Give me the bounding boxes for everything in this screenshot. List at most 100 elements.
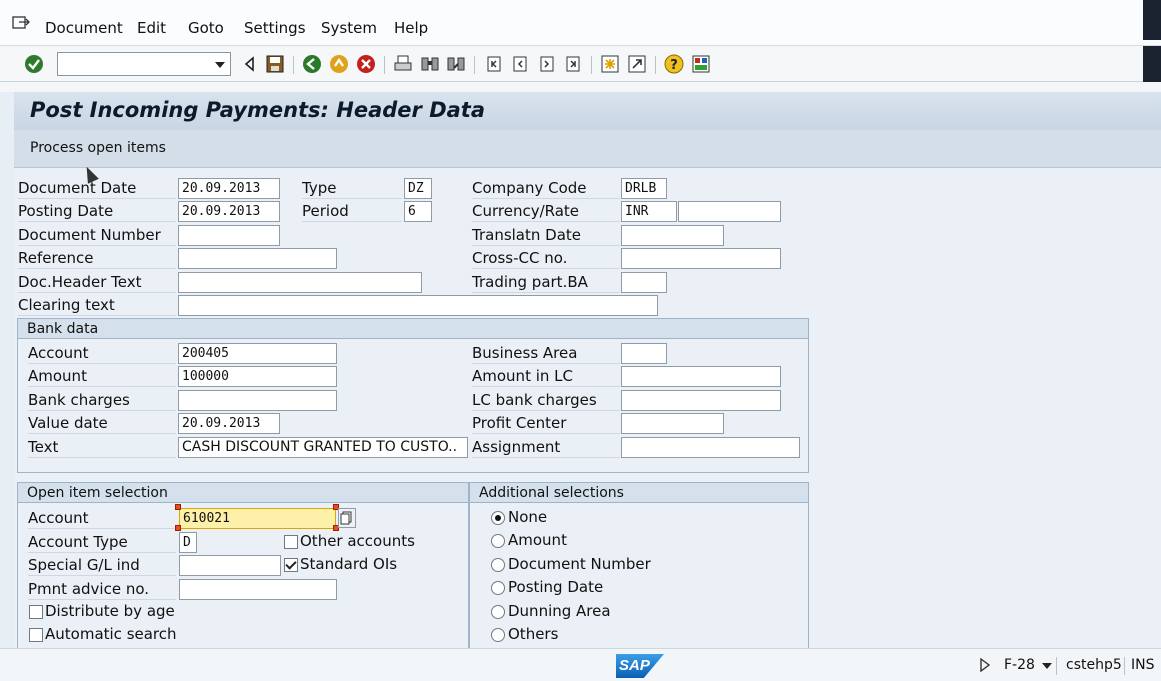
document-number-field[interactable] — [178, 225, 280, 246]
text-field[interactable]: CASH DISCOUNT GRANTED TO CUSTO.. — [178, 437, 468, 458]
prev-page-icon[interactable] — [510, 54, 530, 74]
value-help-icon[interactable] — [338, 508, 356, 528]
radio-posting-date-label: Posting Date — [508, 578, 604, 596]
menu-edit[interactable]: Edit — [137, 19, 166, 37]
create-session-icon[interactable] — [600, 54, 620, 74]
document-date-field[interactable]: 20.09.2013 — [178, 178, 280, 199]
sap-logo-text: SAP — [619, 657, 650, 674]
menu-help[interactable]: Help — [394, 19, 428, 37]
radio-others[interactable] — [491, 628, 505, 642]
pmnt-advice-label: Pmnt advice no. — [28, 578, 176, 600]
save-icon[interactable] — [265, 54, 285, 74]
status-expand-icon[interactable] — [979, 658, 991, 672]
amount-label: Amount — [28, 365, 176, 387]
separator — [384, 56, 385, 74]
reference-field[interactable] — [178, 248, 337, 269]
standard-ois-label: Standard OIs — [300, 555, 398, 573]
currency-field[interactable]: INR — [621, 201, 677, 222]
menu-goto[interactable]: Goto — [188, 19, 224, 37]
back-green-icon[interactable] — [302, 54, 322, 74]
chevron-down-icon[interactable] — [215, 62, 225, 68]
cancel-icon[interactable] — [356, 54, 376, 74]
doc-header-text-field[interactable] — [178, 272, 422, 293]
find-next-icon[interactable] — [446, 54, 466, 74]
sap-logo: SAP — [616, 654, 664, 678]
lc-bank-charges-field[interactable] — [621, 390, 781, 411]
shortcut-icon[interactable] — [627, 54, 647, 74]
radio-posting-date[interactable] — [491, 581, 505, 595]
last-page-icon[interactable] — [563, 54, 583, 74]
menu-bar: Document Edit Goto Settings System Help — [0, 0, 1161, 46]
next-page-icon[interactable] — [537, 54, 557, 74]
clearing-text-field[interactable] — [178, 295, 658, 316]
print-icon[interactable] — [393, 54, 413, 74]
assignment-field[interactable] — [621, 437, 800, 458]
automatic-search-label: Automatic search — [45, 625, 177, 643]
profit-center-field[interactable] — [621, 413, 724, 434]
first-page-icon[interactable] — [484, 54, 504, 74]
posting-date-field[interactable]: 20.09.2013 — [178, 201, 280, 222]
account-type-label: Account Type — [28, 531, 176, 553]
exit-icon[interactable] — [329, 54, 349, 74]
cross-cc-field[interactable] — [621, 248, 781, 269]
status-bar: SAP F-28 cstehp5 INS — [0, 648, 1161, 681]
separator — [474, 56, 475, 74]
help-icon[interactable]: ? — [664, 54, 684, 74]
radio-document-number[interactable] — [491, 558, 505, 572]
menu-document[interactable]: Document — [45, 19, 123, 37]
company-code-field[interactable]: DRLB — [621, 178, 667, 199]
selection-handle — [175, 504, 181, 510]
radio-dunning-area[interactable] — [491, 605, 505, 619]
additional-selections-title: Additional selections — [470, 483, 808, 503]
radio-none[interactable] — [491, 511, 505, 525]
business-area-label: Business Area — [472, 342, 620, 364]
amount-field[interactable]: 100000 — [178, 366, 337, 387]
value-date-label: Value date — [28, 412, 176, 434]
back-icon[interactable] — [240, 54, 260, 74]
pmnt-advice-field[interactable] — [179, 579, 337, 600]
chevron-down-icon[interactable] — [1042, 663, 1052, 669]
oi-account-field[interactable]: 610021 — [179, 508, 336, 529]
transaction-code: F-28 — [1004, 657, 1035, 673]
bank-account-label: Account — [28, 342, 176, 364]
enter-icon[interactable] — [24, 54, 44, 74]
value-date-field[interactable]: 20.09.2013 — [178, 413, 280, 434]
type-field[interactable]: DZ — [404, 178, 432, 199]
other-accounts-checkbox[interactable] — [284, 535, 298, 549]
period-field[interactable]: 6 — [404, 201, 432, 222]
standard-ois-checkbox[interactable] — [284, 558, 298, 572]
distribute-by-age-checkbox[interactable] — [29, 605, 43, 619]
find-icon[interactable] — [420, 54, 440, 74]
trading-part-field[interactable] — [621, 272, 667, 293]
clearing-text-label: Clearing text — [18, 294, 176, 316]
reference-label: Reference — [18, 247, 176, 269]
bank-charges-field[interactable] — [178, 390, 337, 411]
company-code-label: Company Code — [472, 177, 620, 199]
page-title: Post Incoming Payments: Header Data — [30, 98, 486, 122]
command-field[interactable] — [57, 52, 231, 76]
title-bar: Post Incoming Payments: Header Data — [14, 92, 1161, 130]
business-area-field[interactable] — [621, 343, 667, 364]
lc-bank-charges-label: LC bank charges — [472, 389, 620, 411]
exchange-rate-field[interactable] — [678, 201, 781, 222]
automatic-search-checkbox[interactable] — [29, 628, 43, 642]
menu-system[interactable]: System — [321, 19, 377, 37]
server-name: cstehp5 — [1066, 657, 1122, 673]
radio-amount-label: Amount — [508, 531, 567, 549]
bank-account-field[interactable]: 200405 — [178, 343, 337, 364]
svg-text:?: ? — [670, 58, 678, 73]
document-number-label: Document Number — [18, 224, 176, 246]
translation-date-field[interactable] — [621, 225, 724, 246]
layout-icon[interactable] — [691, 54, 711, 74]
oi-account-label: Account — [28, 507, 176, 529]
assignment-label: Assignment — [472, 436, 620, 458]
radio-none-label: None — [508, 508, 548, 526]
process-open-items-button[interactable]: Process open items — [30, 140, 166, 156]
special-gl-field[interactable] — [179, 555, 281, 576]
account-type-field[interactable]: D — [179, 532, 197, 553]
special-gl-label: Special G/L ind — [28, 554, 176, 576]
menu-settings[interactable]: Settings — [244, 19, 306, 37]
radio-amount[interactable] — [491, 534, 505, 548]
amount-lc-field[interactable] — [621, 366, 781, 387]
menu-exit-icon[interactable] — [12, 16, 30, 30]
